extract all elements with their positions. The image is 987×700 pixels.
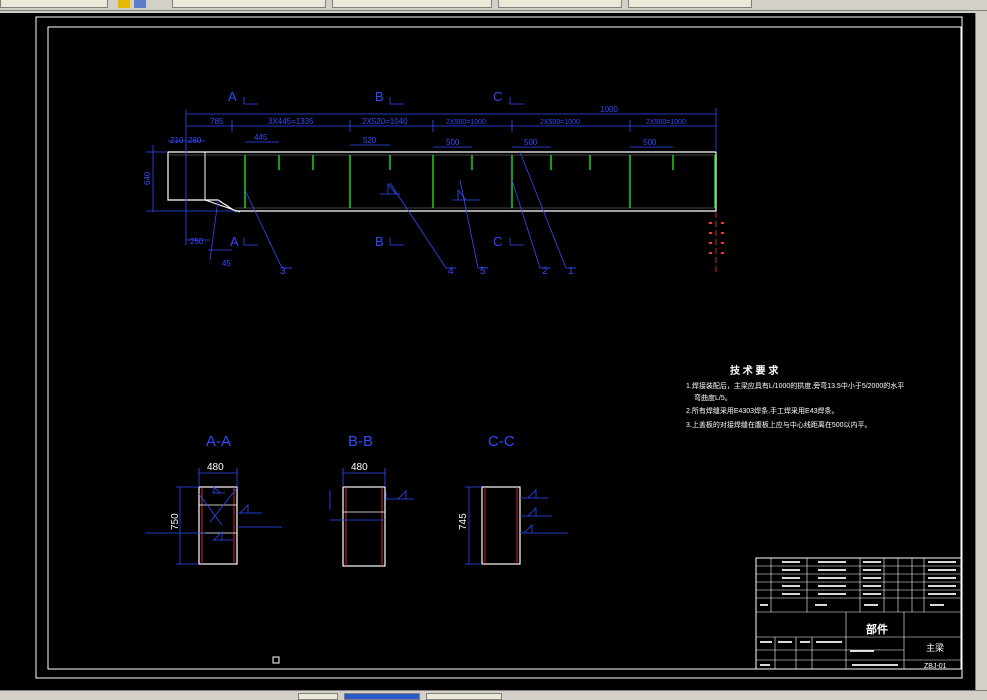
- sub-dim: 500: [524, 138, 538, 147]
- sub-dim: 520: [363, 136, 377, 145]
- balloon-label: 5: [480, 266, 486, 277]
- vertical-scrollbar[interactable]: [975, 13, 987, 693]
- section-c-c: C-C 745: [458, 433, 568, 565]
- balloon-label: 4: [448, 266, 454, 277]
- section-mark-bottom-b: B: [375, 234, 384, 249]
- ucs-marker: [272, 656, 280, 664]
- title-block: 部件 主梁 ZBJ-01: [755, 557, 963, 670]
- section-mark-bottom-c: C: [493, 234, 502, 249]
- total-dim: 1000: [600, 105, 618, 114]
- drawing-svg: 1000 785 3X445=1335 2X520=1040 2X500=100…: [35, 16, 963, 679]
- beam-taper-line: [204, 199, 241, 213]
- tech-req-line: 弯曲度L/5。: [694, 393, 732, 402]
- height-dim: 640: [143, 171, 152, 185]
- section-height: 745: [458, 513, 469, 530]
- tech-req-line: 3.上盖板的对接焊缝在腹板上应与中心线距离在500以内平。: [686, 420, 872, 429]
- sub-dim: 500: [446, 138, 460, 147]
- folder-icon[interactable]: [118, 0, 130, 8]
- tech-req-line: 1.焊接装配后，主梁应具有L/1000的拱度,旁弯13.5中小于5/2000的水…: [686, 381, 904, 390]
- top-dim: 2X500=1000: [646, 119, 686, 126]
- section-title: A-A: [206, 433, 231, 450]
- beam-outline: [167, 151, 717, 212]
- section-title: B-B: [348, 433, 373, 450]
- main-elevation: 1000 785 3X445=1335 2X520=1040 2X500=100…: [143, 89, 724, 277]
- section-mark-top-a: A: [228, 89, 237, 104]
- section-mark-top-b: B: [375, 89, 384, 104]
- cad-canvas[interactable]: 1000 785 3X445=1335 2X520=1040 2X500=100…: [0, 13, 975, 693]
- tech-req-title: 技 术 要 求: [730, 364, 779, 377]
- part-name: 主梁: [926, 642, 944, 653]
- top-dim: 2X520=1040: [362, 117, 408, 126]
- top-toolbar: [0, 0, 987, 11]
- top-dim: 2X500=1000: [446, 119, 486, 126]
- tech-requirements: 技 术 要 求 1.焊接装配后，主梁应具有L/1000的拱度,旁弯13.5中小于…: [686, 364, 904, 429]
- part-label: 部件: [866, 622, 888, 636]
- tech-req-line: 2.所有焊缝采用E4303焊条,手工焊采用E43焊条。: [686, 406, 838, 415]
- section-width: 480: [207, 462, 224, 473]
- balloon-label: 2: [542, 266, 548, 277]
- cube-icon[interactable]: [134, 0, 146, 8]
- top-dim: 785: [210, 117, 224, 126]
- sub-dim: 445: [254, 133, 268, 142]
- section-height: 750: [170, 513, 181, 530]
- section-width: 480: [351, 462, 368, 473]
- window-tab[interactable]: [498, 0, 622, 8]
- bottom-dim: 250: [190, 237, 204, 246]
- section-mark-top-c: C: [493, 89, 502, 104]
- balloon-label: 3: [280, 266, 286, 277]
- section-title: C-C: [488, 433, 515, 450]
- sheet-inner-border: [47, 26, 962, 670]
- section-a-a: A-A 480 750: [145, 433, 282, 565]
- balloon-label: 1: [568, 266, 574, 277]
- window-tab[interactable]: [0, 0, 108, 8]
- window-tab[interactable]: [172, 0, 326, 8]
- top-dim: 2X500=1000: [540, 119, 580, 126]
- top-dim: 3X445=1335: [268, 117, 314, 126]
- section-mark-bottom-a: A: [230, 234, 239, 249]
- sub-dim: 500: [643, 138, 657, 147]
- left-dim: 210: [170, 136, 184, 145]
- window-tab[interactable]: [332, 0, 492, 8]
- right-small-marks: [709, 222, 724, 254]
- left-dim: 280: [188, 136, 202, 145]
- window-tab[interactable]: [628, 0, 752, 8]
- drawing-code: ZBJ-01: [924, 663, 947, 670]
- bottom-dim: 45: [222, 259, 231, 268]
- section-b-b: B-B 480: [329, 433, 414, 567]
